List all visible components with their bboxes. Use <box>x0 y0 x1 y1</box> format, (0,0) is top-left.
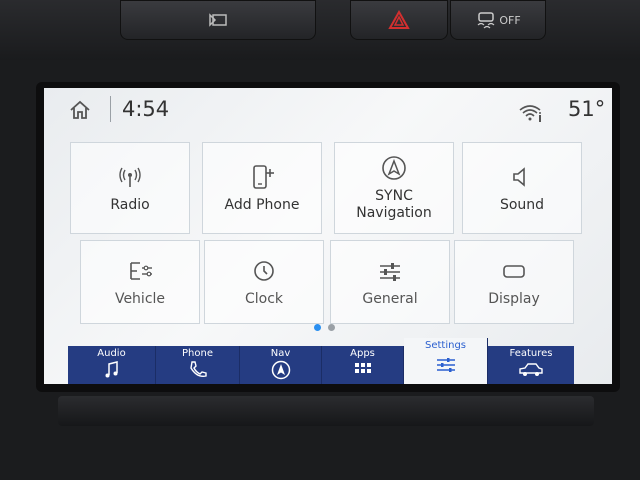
nav-tab-features[interactable]: Features <box>488 346 574 384</box>
tile-vehicle[interactable]: Vehicle <box>80 240 200 324</box>
car-icon <box>519 363 543 376</box>
nav-tab-label: Features <box>509 348 553 359</box>
media-icon <box>209 13 227 27</box>
nav-tab-label: Phone <box>182 348 213 359</box>
tile-sound[interactable]: Sound <box>462 142 582 234</box>
nav-tab-nav[interactable]: Nav <box>240 346 322 384</box>
page-indicator <box>312 324 342 332</box>
music-note-icon <box>105 361 118 378</box>
nav-tab-label: Audio <box>97 348 126 359</box>
dashboard-top-panel: OFF <box>0 0 640 60</box>
nav-tab-audio[interactable]: Audio <box>68 346 156 384</box>
clock-icon <box>254 260 274 281</box>
tile-radio[interactable]: Radio <box>70 142 190 234</box>
nav-tab-label: Nav <box>270 348 291 359</box>
nav-tab-phone[interactable]: Phone <box>156 346 240 384</box>
dashboard-lower-trim <box>58 396 594 426</box>
tile-label: Add Phone <box>224 196 300 213</box>
radio-antenna-icon <box>119 167 141 187</box>
add-phone-icon <box>253 164 274 189</box>
wifi-info-icon[interactable] <box>518 102 544 124</box>
nav-tab-label: Apps <box>350 348 375 359</box>
navigation-arrow-icon <box>382 156 406 180</box>
tile-label: Display <box>488 290 540 307</box>
sliders-icon <box>380 262 400 281</box>
traction-off-label: OFF <box>499 13 521 27</box>
traction-control-button[interactable]: OFF <box>450 0 546 40</box>
tile-label: Radio <box>110 196 150 213</box>
bottom-nav-bar: Audio Phone Nav Apps Settings Features <box>68 338 574 384</box>
traction-control-icon <box>477 12 495 29</box>
hazard-button[interactable] <box>350 0 448 40</box>
apps-grid-icon <box>354 363 371 373</box>
status-divider <box>110 96 111 122</box>
tile-display[interactable]: Display <box>454 240 574 324</box>
sync-screen: 4:54 51° Radio Add Phone SYNC Navigation… <box>44 88 612 384</box>
speaker-icon <box>513 166 525 187</box>
tile-label: Clock <box>244 290 284 307</box>
tile-add-phone[interactable]: Add Phone <box>202 142 322 234</box>
media-button[interactable] <box>120 0 316 40</box>
nav-arrow-icon <box>271 360 290 380</box>
tile-label: Sound <box>499 196 545 213</box>
tile-label: SYNC Navigation <box>356 188 432 221</box>
status-bar: 4:54 51° <box>44 88 612 132</box>
clock-time: 4:54 <box>122 97 170 121</box>
outside-temperature: 51° <box>568 97 606 121</box>
settings-sliders-icon <box>436 358 455 372</box>
tile-clock[interactable]: Clock <box>204 240 324 324</box>
nav-tab-apps[interactable]: Apps <box>322 346 404 384</box>
tile-label: Vehicle <box>114 290 166 307</box>
nav-tab-settings[interactable]: Settings <box>404 338 488 384</box>
tile-label: General <box>362 290 418 307</box>
page-dot-active[interactable] <box>314 324 321 331</box>
phone-icon <box>189 361 207 378</box>
tile-general[interactable]: General <box>330 240 450 324</box>
home-icon[interactable] <box>68 98 92 122</box>
page-dot[interactable] <box>328 324 335 331</box>
nav-tab-label: Settings <box>424 340 466 351</box>
hazard-icon <box>388 10 410 29</box>
vehicle-settings-icon <box>130 261 152 280</box>
tile-sync-navigation[interactable]: SYNC Navigation <box>334 142 454 234</box>
display-icon <box>503 264 525 278</box>
